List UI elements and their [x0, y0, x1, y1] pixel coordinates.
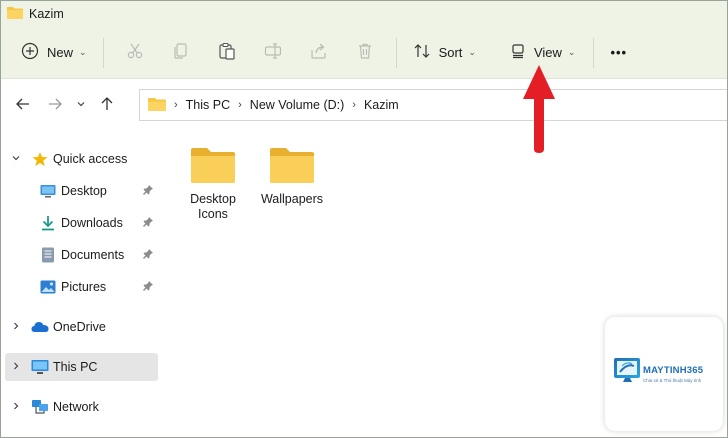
arrow-up-icon [99, 96, 115, 115]
breadcrumb-new-volume[interactable]: New Volume (D:) [250, 98, 344, 112]
breadcrumb-separator-icon: › [352, 99, 356, 111]
sort-icon [413, 42, 431, 63]
breadcrumb-this-pc[interactable]: This PC [186, 98, 230, 112]
chevron-down-icon [76, 98, 86, 112]
pin-icon [142, 248, 154, 263]
title-bar: Kazim [1, 1, 727, 27]
folder-icon [191, 147, 235, 186]
delete-icon [356, 42, 374, 63]
more-options-icon: ••• [610, 45, 628, 60]
recent-locations-button[interactable] [71, 89, 91, 121]
expand-chevron-icon[interactable] [11, 153, 21, 166]
sidebar-item-quick-access[interactable]: Quick access [5, 145, 158, 173]
file-name-line: Desktop [190, 192, 236, 206]
new-label: New [47, 45, 74, 60]
navigation-row: › This PC › New Volume (D:) › Kazim [1, 85, 727, 125]
watermark-logo: MAYTINH365 Chia sẻ & Thủ thuật Máy tính [605, 317, 723, 431]
expand-chevron-icon[interactable] [11, 361, 21, 374]
paste-icon [218, 42, 236, 63]
folder-icon [148, 97, 166, 114]
sidebar-item-label: Network [53, 400, 99, 414]
window-title: Kazim [29, 7, 64, 21]
watermark-tagline: Chia sẻ & Thủ thuật Máy tính [643, 378, 702, 383]
forward-button[interactable] [39, 89, 71, 121]
file-name: Desktop Icons [190, 192, 236, 222]
pin-icon [142, 184, 154, 199]
folder-item-wallpapers[interactable]: Wallpapers [252, 147, 332, 207]
cloud-icon [31, 318, 49, 336]
sidebar-item-label: Desktop [61, 184, 107, 198]
folder-item-desktop-icons[interactable]: Desktop Icons [173, 147, 253, 222]
plus-circle-icon [21, 42, 39, 63]
watermark-brand: MAYTINH365 [643, 365, 704, 376]
command-bar: New ⌄ Sort ⌄ View ⌄ ••• [1, 27, 727, 79]
copy-button[interactable] [158, 36, 204, 70]
desktop-icon [39, 182, 57, 200]
back-button[interactable] [7, 89, 39, 121]
sidebar-item-this-pc[interactable]: This PC [5, 353, 158, 381]
paste-button[interactable] [204, 36, 250, 70]
navigation-pane: Quick access Desktop Downloads Documents… [1, 139, 161, 437]
address-bar[interactable]: › This PC › New Volume (D:) › Kazim [139, 89, 727, 121]
sidebar-item-label: OneDrive [53, 320, 106, 334]
toolbar-divider [593, 37, 595, 68]
chevron-down-icon: ⌄ [468, 47, 476, 57]
copy-icon [172, 42, 190, 63]
sidebar-item-onedrive[interactable]: OneDrive [5, 313, 158, 341]
document-icon [39, 246, 57, 264]
picture-icon [39, 278, 57, 296]
expand-chevron-icon[interactable] [11, 401, 21, 414]
toolbar-divider [102, 37, 104, 68]
cut-icon [126, 42, 144, 63]
sidebar-item-label: Pictures [61, 280, 107, 294]
up-button[interactable] [91, 89, 123, 121]
computer-icon [31, 358, 49, 376]
pin-icon [142, 280, 154, 295]
rename-button[interactable] [250, 36, 296, 70]
file-name-line: Icons [198, 207, 228, 221]
star-icon [31, 150, 49, 168]
sidebar-item-desktop[interactable]: Desktop [5, 177, 158, 205]
pin-icon [142, 216, 154, 231]
view-icon [510, 43, 526, 62]
sort-label: Sort [438, 45, 463, 60]
breadcrumb-separator-icon: › [238, 99, 242, 111]
folder-icon [7, 6, 23, 22]
sidebar-item-network[interactable]: Network [5, 393, 158, 421]
sidebar-item-label: Documents [61, 248, 125, 262]
chevron-down-icon: ⌄ [567, 47, 576, 57]
share-button[interactable] [296, 36, 342, 70]
new-button[interactable]: New ⌄ [13, 36, 95, 70]
sidebar-item-downloads[interactable]: Downloads [5, 209, 158, 237]
sidebar-item-label: Quick access [53, 152, 128, 166]
view-label: View [533, 45, 562, 60]
see-more-button[interactable]: ••• [602, 36, 635, 70]
sort-button[interactable]: Sort ⌄ [405, 36, 484, 70]
file-name: Wallpapers [260, 192, 324, 206]
arrow-left-icon [15, 96, 31, 115]
breadcrumb-kazim[interactable]: Kazim [364, 98, 399, 112]
sidebar-item-pictures[interactable]: Pictures [5, 273, 158, 301]
sidebar-item-documents[interactable]: Documents [5, 241, 158, 269]
annotation-arrow-icon [523, 65, 555, 153]
share-icon [310, 42, 328, 63]
file-explorer-window: Kazim New ⌄ Sort ⌄ View ⌄ ••• › This PC … [0, 0, 728, 438]
delete-button[interactable] [342, 36, 388, 70]
expand-chevron-icon[interactable] [11, 321, 21, 334]
sidebar-item-label: This PC [53, 360, 98, 374]
toolbar-divider [395, 37, 397, 68]
folder-icon [270, 147, 314, 186]
download-icon [39, 214, 57, 232]
breadcrumb-separator-icon: › [174, 99, 178, 111]
arrow-right-icon [47, 96, 63, 115]
sidebar-item-label: Downloads [61, 216, 123, 230]
rename-icon [264, 42, 282, 63]
cut-button[interactable] [112, 36, 158, 70]
network-icon [31, 398, 49, 416]
chevron-down-icon: ⌄ [79, 47, 87, 57]
